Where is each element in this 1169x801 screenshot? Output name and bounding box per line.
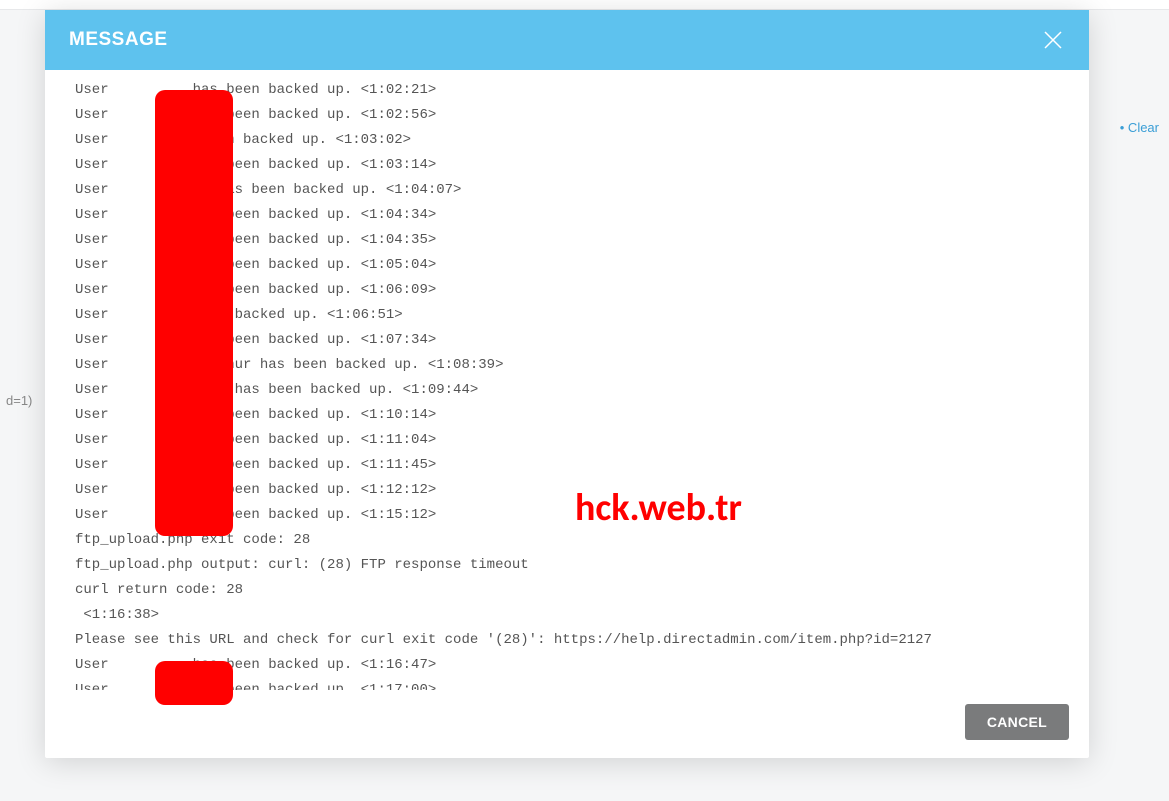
log-line: User has been backed up. <1:02:56>: [75, 103, 1059, 128]
log-line: <1:16:38>: [75, 603, 1059, 628]
log-line: User has been backed up. <1:04:34>: [75, 203, 1059, 228]
log-line: User has been backed up. <1:02:21>: [75, 78, 1059, 103]
log-line: User has been backed up. <1:05:04>: [75, 253, 1059, 278]
modal-body[interactable]: User has been backed up. <1:02:21>User h…: [45, 70, 1089, 690]
clear-link[interactable]: • Clear: [1120, 120, 1159, 135]
log-line: User has been backed up. <1:04:35>: [75, 228, 1059, 253]
log-line: User emirhur has been backed up. <1:08:3…: [75, 353, 1059, 378]
log-line: User has been backed up. <1:15:12>: [75, 503, 1059, 528]
log-line: User has been backed up. <1:11:45>: [75, 453, 1059, 478]
close-button[interactable]: [1041, 28, 1065, 52]
log-line: User s been backed up. <1:03:02>: [75, 128, 1059, 153]
log-line: User has been backed up. <1:12:12>: [75, 478, 1059, 503]
close-icon: [1042, 29, 1064, 51]
bg-left-text: d=1): [0, 385, 38, 416]
modal-title: MESSAGE: [69, 29, 168, 51]
log-line: Please see this URL and check for curl e…: [75, 628, 1059, 653]
modal-header: MESSAGE: [45, 10, 1089, 70]
modal-footer: CANCEL: [45, 690, 1089, 758]
log-line: User has been backed up. <1:03:14>: [75, 153, 1059, 178]
log-line: User has been backed up. <1:17:00>: [75, 678, 1059, 690]
log-line: User been backed up. <1:06:51>: [75, 303, 1059, 328]
bg-top-bar: [0, 0, 1169, 10]
log-line: User has been backed up. <1:06:09>: [75, 278, 1059, 303]
log-line: ftp_upload.php output: curl: (28) FTP re…: [75, 553, 1059, 578]
log-line: User has been backed up. <1:11:04>: [75, 428, 1059, 453]
log-line: ftp_upload.php exit code: 28: [75, 528, 1059, 553]
log-line: User has been backed up. <1:10:14>: [75, 403, 1059, 428]
log-line: curl return code: 28: [75, 578, 1059, 603]
message-modal: MESSAGE User has been backed up. <1:02:2…: [45, 10, 1089, 758]
log-line: User has been backed up. <1:07:34>: [75, 328, 1059, 353]
log-line: User has been backed up. <1:16:47>: [75, 653, 1059, 678]
cancel-button[interactable]: CANCEL: [965, 704, 1069, 740]
log-line: User urda has been backed up. <1:09:44>: [75, 378, 1059, 403]
log-line: User am has been backed up. <1:04:07>: [75, 178, 1059, 203]
